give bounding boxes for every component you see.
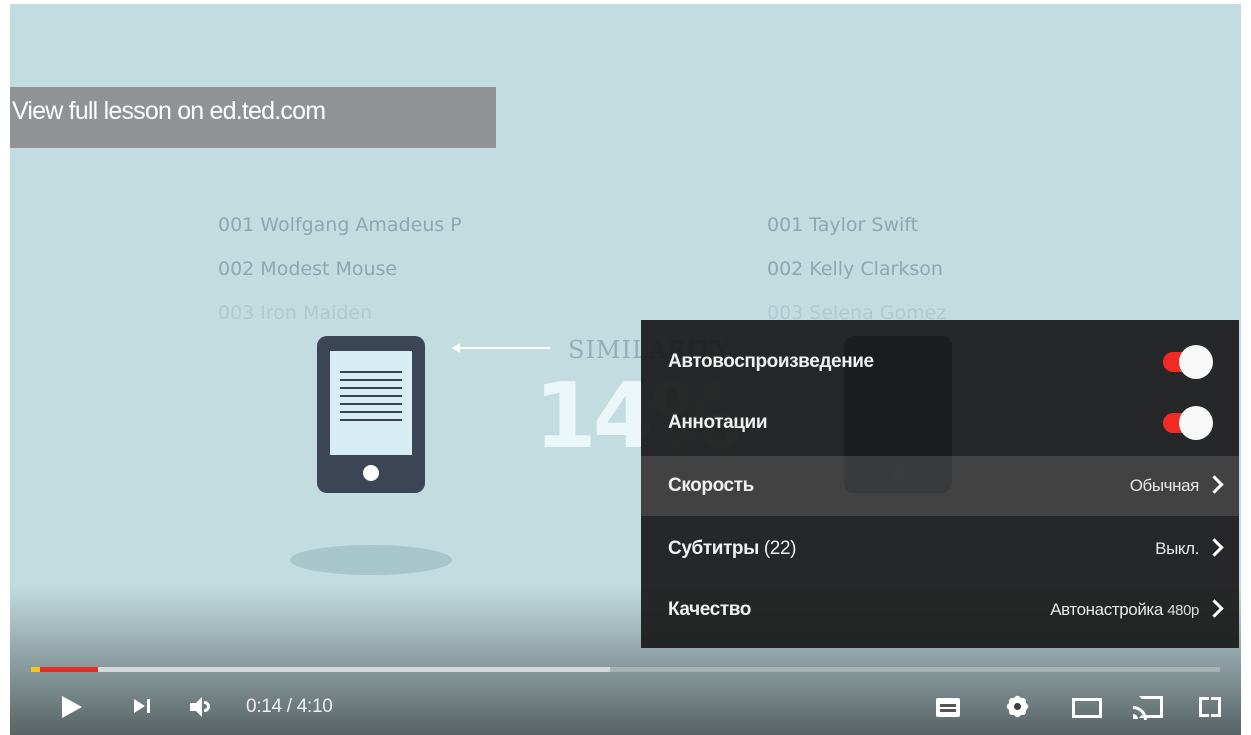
next-icon[interactable] [134,697,154,715]
settings-menu: Автовоспроизведение Аннотации Скорость О… [641,320,1239,648]
current-time: 0:14 [246,696,282,717]
play-icon[interactable] [62,696,82,718]
theater-mode-icon[interactable] [1072,698,1102,718]
settings-gear-icon[interactable] [1005,694,1030,719]
progress-bar[interactable] [31,667,1220,672]
quality-resolution: 480p [1167,602,1199,619]
settings-item-value: Выкл. [1155,539,1199,558]
ad-marker [31,667,40,672]
arrow-line [458,347,550,349]
settings-autoplay-row[interactable]: Автовоспроизведение [641,332,1239,392]
settings-item-label: Аннотации [668,412,768,433]
left-playlist: 001 Wolfgang Amadeus P 002 Modest Mouse … [218,212,462,344]
settings-annotations-row[interactable]: Аннотации [641,393,1239,453]
cast-icon[interactable] [1133,694,1165,720]
settings-item-label: Качество [668,599,751,620]
arrow-head [452,343,460,353]
list-item: 002 Kelly Clarkson [767,258,943,280]
list-item: 002 Modest Mouse [218,258,398,280]
duration: 4:10 [296,696,333,717]
chevron-right-icon [1205,599,1224,618]
list-item: 001 Taylor Swift [767,214,919,236]
tablet-shadow [290,545,452,575]
video-player[interactable]: View full lesson on ed.ted.com 001 Wolfg… [10,4,1241,735]
chevron-right-icon [1205,538,1224,557]
settings-item-label: Автовоспроизведение [668,351,874,372]
settings-item-label: Субтитры (22) [668,538,797,559]
settings-speed-row[interactable]: Скорость Обычная [641,456,1239,516]
autoplay-toggle[interactable] [1163,345,1213,379]
settings-item-value: Обычная [1129,476,1200,495]
tablet-illustration [317,336,425,493]
subtitles-icon[interactable] [936,698,960,717]
chevron-right-icon [1205,475,1224,494]
subtitles-count: (22) [763,538,797,559]
list-item: 001 Wolfgang Amadeus P [218,214,462,236]
time-display: 0:14 / 4:10 [246,696,333,717]
fullscreen-icon[interactable] [1199,697,1221,717]
volume-icon[interactable] [190,696,216,718]
settings-item-label: Скорость [668,475,754,496]
lesson-link-banner[interactable]: View full lesson on ed.ted.com [10,87,496,148]
played-bar [31,667,98,672]
annotations-toggle[interactable] [1163,406,1213,440]
buffered-bar [31,667,610,672]
settings-item-value: Автонастройка 480p [1050,600,1199,619]
settings-quality-row[interactable]: Качество Автонастройка 480p [641,580,1239,640]
settings-subtitles-row[interactable]: Субтитры (22) Выкл. [641,519,1239,579]
